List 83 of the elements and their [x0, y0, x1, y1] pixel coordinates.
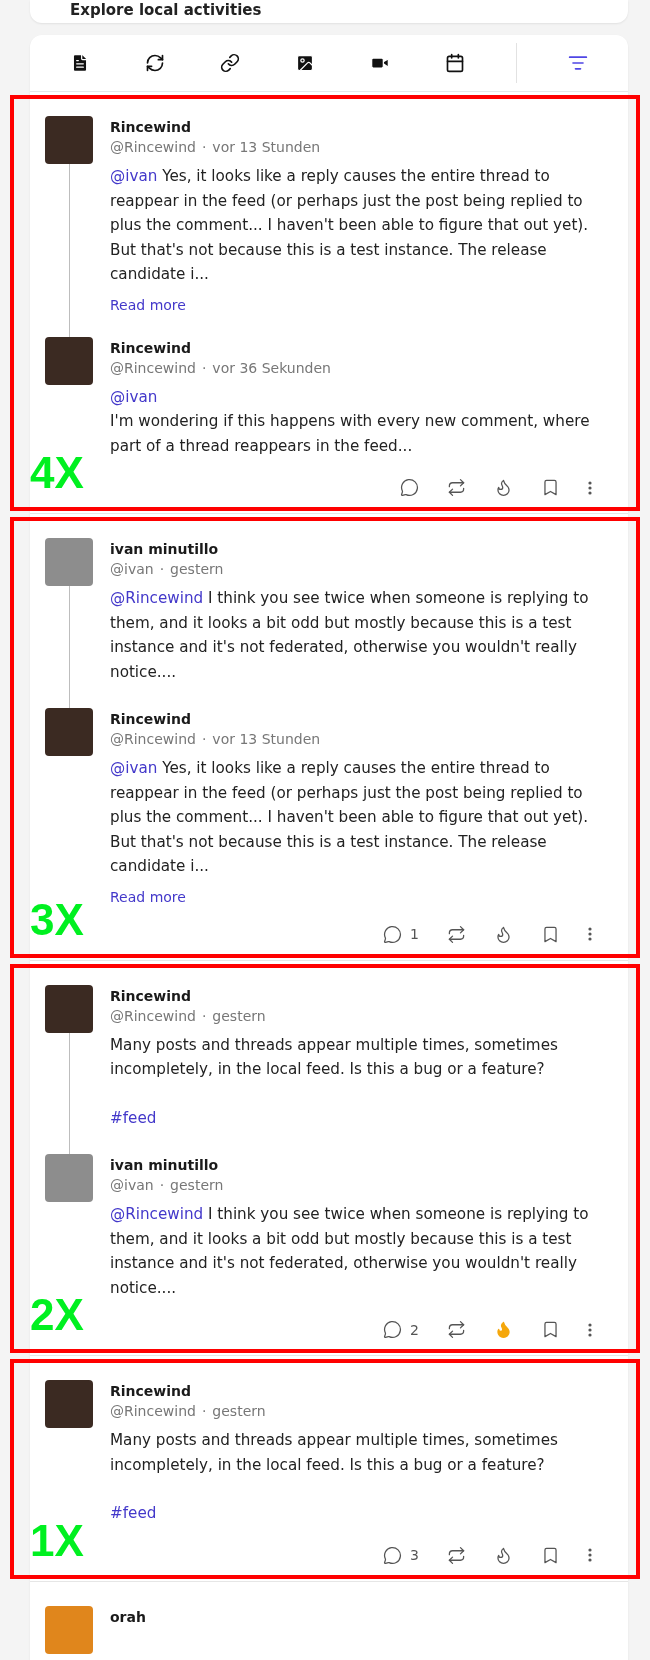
user-handle: @Rincewind — [110, 1402, 196, 1421]
bookmark-icon — [541, 924, 560, 944]
read-more-link[interactable]: Read more — [110, 888, 608, 905]
separator-dot: · — [201, 358, 207, 378]
post-time: gestern — [212, 1402, 266, 1421]
mention-link[interactable]: @ivan — [110, 384, 164, 409]
card-title: Explore local activities — [70, 1, 263, 19]
flame-icon — [494, 1320, 513, 1339]
post-time: vor 13 Stunden — [212, 138, 321, 157]
user-handle: @ivan — [110, 1176, 154, 1195]
repost-icon — [447, 478, 466, 497]
separator-dot: · — [159, 1176, 165, 1195]
repost-icon — [447, 1320, 466, 1339]
mention-link[interactable]: @ivan — [110, 759, 158, 777]
more-icon — [588, 927, 592, 941]
repost-icon — [447, 1545, 466, 1565]
more-icon — [588, 1322, 592, 1337]
annotation-label: 4X — [30, 451, 84, 495]
more-icon — [588, 1548, 592, 1562]
annotation-label: 3X — [30, 897, 84, 942]
author-name[interactable]: ivan minutillo — [110, 1156, 608, 1174]
repost-icon — [144, 53, 165, 73]
user-handle: @ivan — [110, 560, 154, 579]
mention-link[interactable]: @Rincewind — [110, 1205, 204, 1223]
user-handle: @Rincewind — [110, 1006, 196, 1026]
hashtag-link[interactable]: #feed — [110, 1105, 163, 1130]
post-time: gestern — [170, 560, 224, 579]
separator-dot: · — [201, 730, 207, 749]
bookmark-icon — [541, 1545, 560, 1565]
link-icon — [219, 53, 240, 73]
speech-bubble-icon — [383, 924, 403, 944]
author-name[interactable]: Rincewind — [110, 118, 608, 136]
comment-button[interactable]: 1 — [371, 920, 431, 948]
separator-dot: · — [201, 1402, 207, 1421]
comment-count: 3 — [410, 1547, 419, 1563]
post-text: @ivan Yes, it looks like a reply causes the entire thread to reappear in the feed (or perhaps just the post being replied to plus the comment... I haven't been able to figure that out yet). But that's not because this is a test instance. The release candidate i... — [110, 758, 590, 877]
post-text: @ivan Yes, it looks like a reply causes the entire thread to reappear in the feed (or perhaps just the post being replied to plus the comment... I haven't been able to figure that out yet). But that's not because this is a test instance. The release candidate i... — [110, 166, 590, 285]
author-name[interactable]: Rincewind — [110, 986, 608, 1005]
separator-dot: · — [159, 560, 165, 579]
comment-button[interactable]: 3 — [371, 1541, 431, 1569]
flame-icon — [494, 478, 513, 497]
post-text: Many posts and threads appear multiple times, sometimes incompletely, in the local feed. Is this a bug or a feature? — [110, 1034, 559, 1080]
user-handle: @Rincewind — [110, 730, 196, 749]
post-time: vor 13 Stunden — [212, 730, 321, 749]
filter-icon — [568, 53, 589, 73]
comment-count: 2 — [410, 1321, 419, 1338]
author-name[interactable]: Rincewind — [110, 338, 608, 357]
author-name[interactable]: ivan minutillo — [110, 540, 608, 558]
image-icon — [294, 53, 315, 73]
post-text: @Rincewind I think you see twice when someone is replying to them, and it looks a bit odd but mostly because this is a test instance and it's not federated, otherwise you wouldn't really notice.... — [110, 1204, 590, 1299]
post-text: @Rincewind I think you see twice when someone is replying to them, and it looks a bit odd but mostly because this is a test instance and it's not federated, otherwise you wouldn't really notice.... — [110, 588, 590, 683]
repost-icon — [447, 924, 466, 944]
avatar-placeholder[interactable] — [45, 984, 93, 1033]
hashtag-link[interactable]: #feed — [110, 1501, 163, 1526]
author-name[interactable]: Rincewind — [110, 1382, 608, 1400]
speech-bubble-icon — [383, 1320, 403, 1339]
bookmark-icon — [541, 1320, 560, 1339]
flame-icon — [494, 924, 513, 944]
calendar-icon — [445, 53, 466, 73]
post-text: Many posts and threads appear multiple times, sometimes incompletely, in the local feed. Is this a bug or a feature? — [110, 1430, 559, 1476]
user-handle: @Rincewind — [110, 358, 196, 378]
comment-count: 1 — [410, 926, 419, 942]
speech-bubble-icon — [400, 478, 419, 497]
annotation-label: 2X — [30, 1293, 84, 1337]
separator-dot: · — [201, 138, 207, 157]
post-time: gestern — [170, 1176, 224, 1195]
separator-dot: · — [201, 1006, 207, 1026]
post-time: gestern — [212, 1006, 266, 1026]
comment-button[interactable]: 2 — [371, 1316, 431, 1343]
post-time: vor 36 Sekunden — [212, 358, 331, 378]
bookmark-icon — [541, 478, 560, 497]
more-icon — [588, 480, 592, 495]
read-more-link[interactable]: Read more — [110, 296, 608, 313]
flame-icon — [494, 1545, 513, 1565]
author-name[interactable]: orah — [110, 1607, 608, 1626]
avatar-placeholder[interactable] — [45, 336, 93, 385]
mention-link[interactable]: @ivan — [110, 167, 158, 185]
mention-link[interactable]: @Rincewind — [110, 589, 204, 607]
author-name[interactable]: Rincewind — [110, 710, 608, 728]
speech-bubble-icon — [383, 1545, 403, 1565]
post-text: I'm wondering if this happens with every new comment, where part of a thread reappears in the feed... — [110, 411, 591, 457]
user-handle: @Rincewind — [110, 138, 196, 157]
annotation-label: 1X — [30, 1518, 84, 1563]
